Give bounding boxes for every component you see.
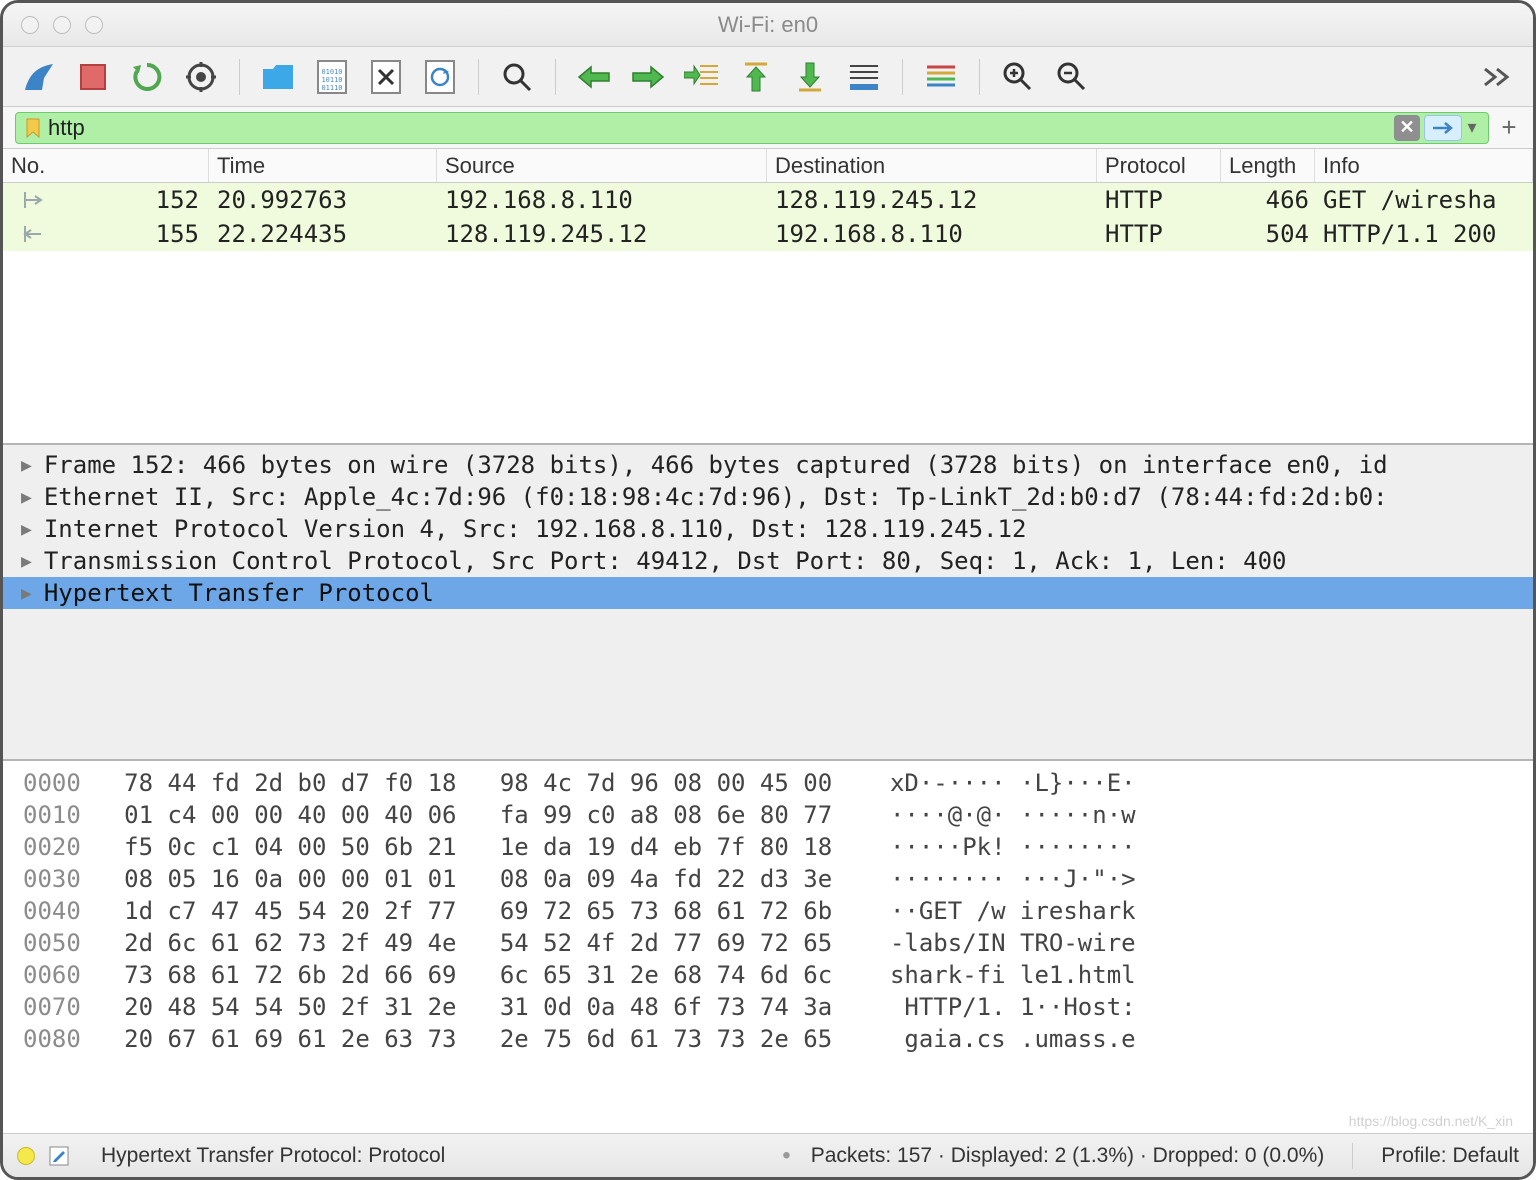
find-packet-icon[interactable] (495, 55, 539, 99)
stop-capture-icon[interactable] (71, 55, 115, 99)
col-header-dst[interactable]: Destination (767, 149, 1097, 182)
auto-scroll-icon[interactable] (842, 55, 886, 99)
capture-options-icon[interactable] (179, 55, 223, 99)
clear-filter-icon[interactable]: ✕ (1394, 115, 1420, 141)
restart-capture-icon[interactable] (125, 55, 169, 99)
detail-tree-row[interactable]: ▶Hypertext Transfer Protocol (3, 577, 1533, 609)
packet-list-pane: No. Time Source Destination Protocol Len… (3, 149, 1533, 445)
go-back-icon[interactable] (572, 55, 616, 99)
status-packet-counts: Packets: 157 · Displayed: 2 (1.3%) · Dro… (811, 1144, 1325, 1168)
expert-info-icon[interactable] (17, 1147, 35, 1165)
open-file-icon[interactable] (256, 55, 300, 99)
hex-row[interactable]: 0060 73 68 61 72 6b 2d 66 69 6c 65 31 2e… (23, 959, 1533, 991)
svg-text:01010: 01010 (321, 68, 342, 76)
status-selected-field: Hypertext Transfer Protocol: Protocol (101, 1144, 445, 1168)
filter-history-icon[interactable]: ▾ (1462, 117, 1482, 138)
zoom-in-icon[interactable] (996, 55, 1040, 99)
packet-row[interactable]: 15522.224435128.119.245.12192.168.8.110H… (3, 217, 1533, 251)
col-header-time[interactable]: Time (209, 149, 437, 182)
save-file-icon[interactable]: 010101011001110 (310, 55, 354, 99)
hex-row[interactable]: 0050 2d 6c 61 62 73 2f 49 4e 54 52 4f 2d… (23, 927, 1533, 959)
display-filter-bar: ✕ ▾ + (3, 107, 1533, 149)
detail-tree-row[interactable]: ▶Transmission Control Protocol, Src Port… (3, 545, 1533, 577)
hex-row[interactable]: 0020 f5 0c c1 04 00 50 6b 21 1e da 19 d4… (23, 831, 1533, 863)
svg-text:10110: 10110 (321, 76, 342, 84)
reload-file-icon[interactable] (418, 55, 462, 99)
apply-filter-icon[interactable] (1424, 115, 1462, 141)
hex-row[interactable]: 0010 01 c4 00 00 40 00 40 06 fa 99 c0 a8… (23, 799, 1533, 831)
toolbar-overflow-icon[interactable] (1475, 55, 1519, 99)
display-filter-input[interactable] (44, 115, 1394, 141)
col-header-proto[interactable]: Protocol (1097, 149, 1221, 182)
go-to-packet-icon[interactable] (680, 55, 724, 99)
hex-row[interactable]: 0040 1d c7 47 45 54 20 2f 77 69 72 65 73… (23, 895, 1533, 927)
detail-tree-row[interactable]: ▶Frame 152: 466 bytes on wire (3728 bits… (3, 449, 1533, 481)
close-file-icon[interactable] (364, 55, 408, 99)
window-title: Wi-Fi: en0 (3, 12, 1533, 38)
disclosure-triangle-icon[interactable]: ▶ (21, 583, 32, 604)
colorize-icon[interactable] (919, 55, 963, 99)
shark-fin-icon[interactable] (17, 55, 61, 99)
zoom-out-icon[interactable] (1050, 55, 1094, 99)
packet-details-pane[interactable]: ▶Frame 152: 466 bytes on wire (3728 bits… (3, 445, 1533, 761)
col-header-info[interactable]: Info (1315, 149, 1533, 182)
disclosure-triangle-icon[interactable]: ▶ (21, 487, 32, 508)
bookmark-icon[interactable] (22, 117, 44, 139)
hex-row[interactable]: 0070 20 48 54 54 50 2f 31 2e 31 0d 0a 48… (23, 991, 1533, 1023)
status-profile[interactable]: Profile: Default (1381, 1144, 1519, 1168)
packet-list-header[interactable]: No. Time Source Destination Protocol Len… (3, 149, 1533, 183)
hex-row[interactable]: 0080 20 67 61 69 61 2e 63 73 2e 75 6d 61… (23, 1023, 1533, 1055)
status-bar: Hypertext Transfer Protocol: Protocol • … (3, 1133, 1533, 1177)
hex-row[interactable]: 0030 08 05 16 0a 00 00 01 01 08 0a 09 4a… (23, 863, 1533, 895)
packet-bytes-pane[interactable]: 0000 78 44 fd 2d b0 d7 f0 18 98 4c 7d 96… (3, 761, 1533, 1133)
go-last-packet-icon[interactable] (788, 55, 832, 99)
col-header-no[interactable]: No. (3, 149, 209, 182)
packet-list-body[interactable]: 15220.992763192.168.8.110128.119.245.12H… (3, 183, 1533, 443)
disclosure-triangle-icon[interactable]: ▶ (21, 551, 32, 572)
app-window: Wi-Fi: en0 010101011001110 (0, 0, 1536, 1180)
col-header-src[interactable]: Source (437, 149, 767, 182)
display-filter-input-wrap: ✕ ▾ (15, 112, 1489, 144)
main-toolbar: 010101011001110 (3, 47, 1533, 107)
title-bar: Wi-Fi: en0 (3, 3, 1533, 47)
go-forward-icon[interactable] (626, 55, 670, 99)
disclosure-triangle-icon[interactable]: ▶ (21, 519, 32, 540)
watermark-text: https://blog.csdn.net/K_xin (1349, 1113, 1513, 1129)
hex-row[interactable]: 0000 78 44 fd 2d b0 d7 f0 18 98 4c 7d 96… (23, 767, 1533, 799)
go-first-packet-icon[interactable] (734, 55, 778, 99)
detail-tree-row[interactable]: ▶Ethernet II, Src: Apple_4c:7d:96 (f0:18… (3, 481, 1533, 513)
detail-tree-row[interactable]: ▶Internet Protocol Version 4, Src: 192.1… (3, 513, 1533, 545)
edit-capture-comment-icon[interactable] (49, 1146, 69, 1166)
add-filter-button[interactable]: + (1497, 112, 1521, 143)
disclosure-triangle-icon[interactable]: ▶ (21, 455, 32, 476)
col-header-len[interactable]: Length (1221, 149, 1315, 182)
packet-row[interactable]: 15220.992763192.168.8.110128.119.245.12H… (3, 183, 1533, 217)
svg-text:01110: 01110 (321, 84, 342, 92)
